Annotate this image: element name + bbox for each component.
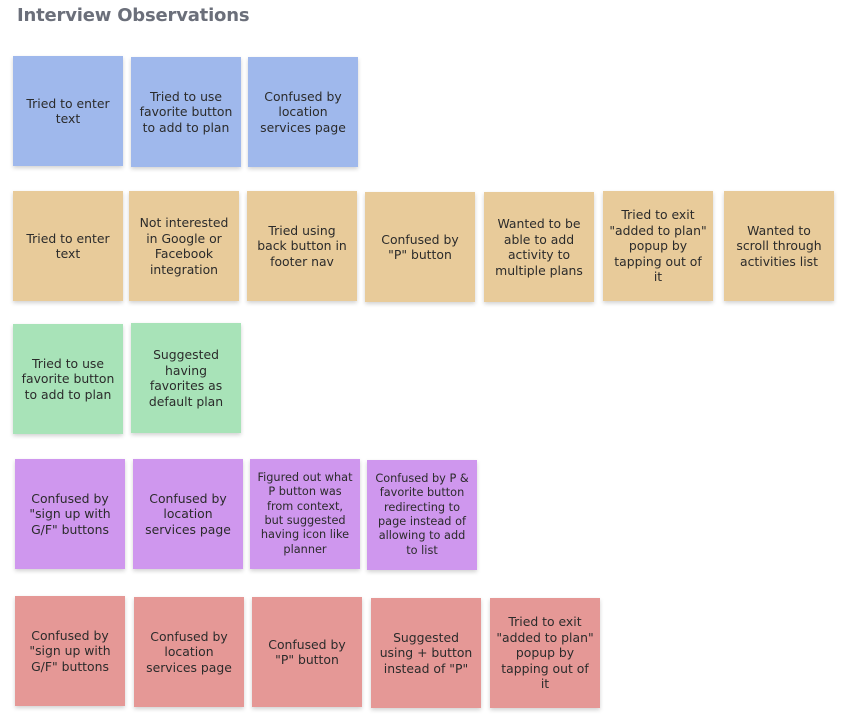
sticky-note-yellow[interactable]: Not interested in Google or Facebook int… [129, 191, 239, 301]
sticky-note-blue[interactable]: Confused by location services page [248, 57, 358, 167]
sticky-note-red[interactable]: Confused by "sign up with G/F" buttons [15, 596, 125, 706]
sticky-note-yellow[interactable]: Wanted to scroll through activities list [724, 191, 834, 301]
sticky-note-purple[interactable]: Confused by P & favorite button redirect… [367, 460, 477, 570]
sticky-note-yellow[interactable]: Tried to exit "added to plan" popup by t… [603, 191, 713, 301]
sticky-note-yellow[interactable]: Tried using back button in footer nav [247, 191, 357, 301]
sticky-note-purple[interactable]: Confused by location services page [133, 459, 243, 569]
sticky-note-blue[interactable]: Tried to use favorite button to add to p… [131, 57, 241, 167]
sticky-note-blue[interactable]: Tried to enter text [13, 56, 123, 166]
sticky-note-red[interactable]: Tried to exit "added to plan" popup by t… [490, 598, 600, 708]
sticky-note-red[interactable]: Confused by "P" button [252, 597, 362, 707]
sticky-note-yellow[interactable]: Wanted to be able to add activity to mul… [484, 192, 594, 302]
sticky-note-purple[interactable]: Figured out what P button was from conte… [250, 459, 360, 569]
sticky-note-green[interactable]: Tried to use favorite button to add to p… [13, 324, 123, 434]
sticky-note-yellow[interactable]: Tried to enter text [13, 191, 123, 301]
sticky-note-green[interactable]: Suggested having favorites as default pl… [131, 323, 241, 433]
sticky-note-purple[interactable]: Confused by "sign up with G/F" buttons [15, 459, 125, 569]
board-title: Interview Observations [17, 5, 250, 26]
sticky-note-yellow[interactable]: Confused by "P" button [365, 192, 475, 302]
sticky-note-red[interactable]: Suggested using + button instead of "P" [371, 598, 481, 708]
sticky-note-red[interactable]: Confused by location services page [134, 597, 244, 707]
